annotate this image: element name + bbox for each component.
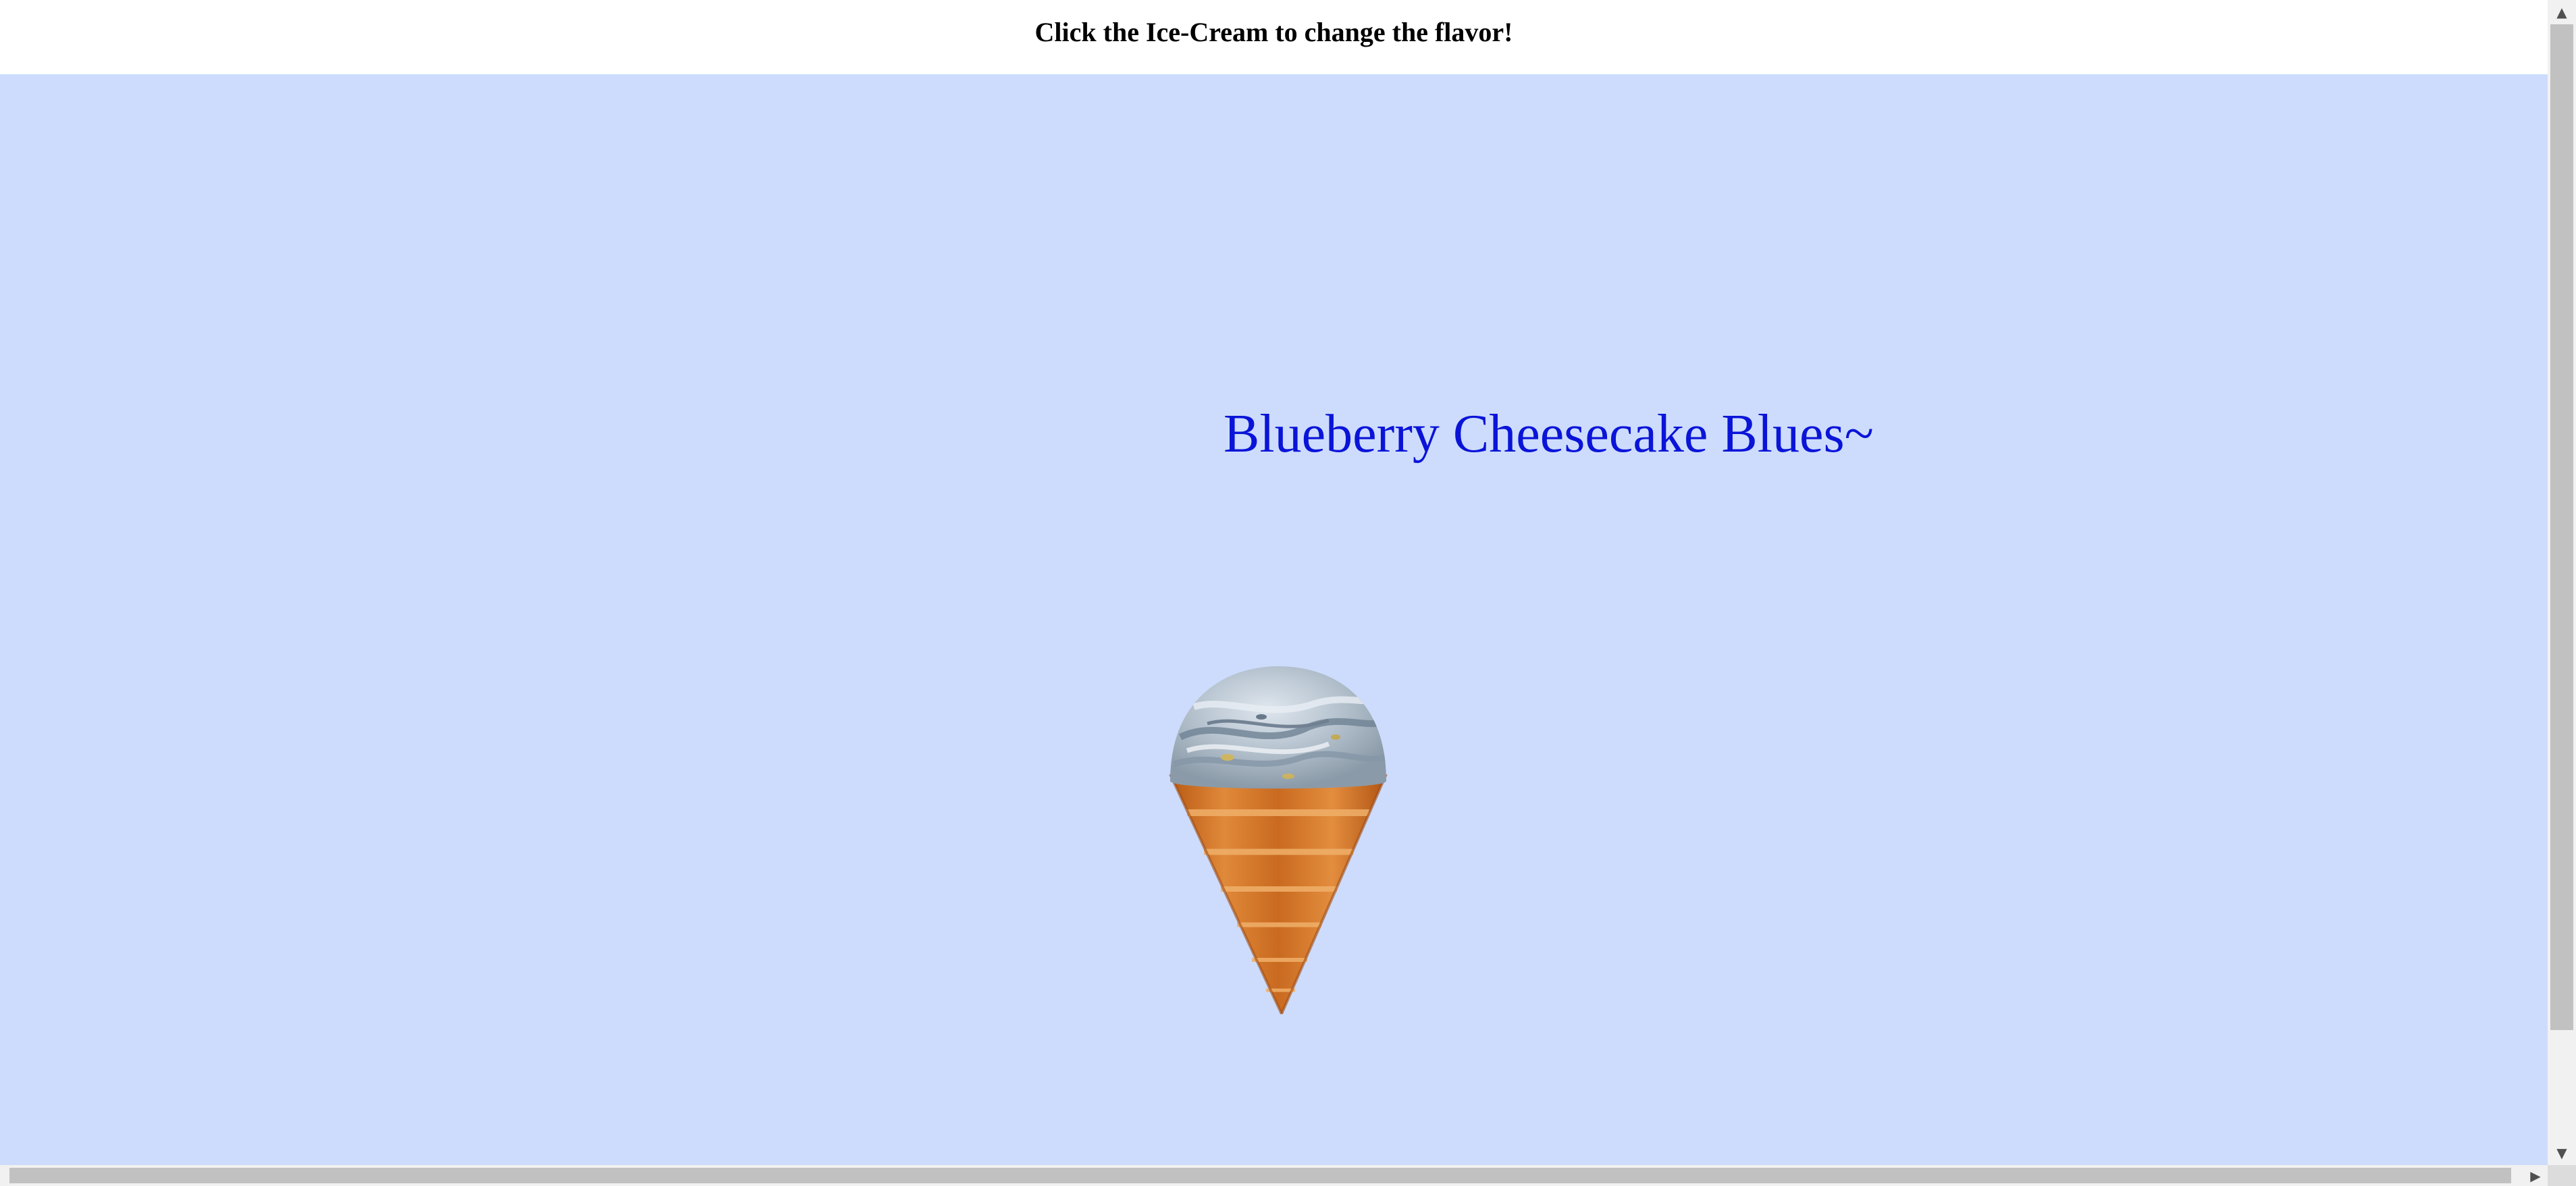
horizontal-scrollbar[interactable]: ▶ [0,1165,2548,1186]
blueberry-scoop-icon [1170,666,1386,789]
scroll-right-arrow-icon[interactable]: ▶ [2523,1165,2548,1186]
scroll-up-arrow-icon[interactable]: ▲ [2548,0,2576,24]
scrollbar-corner [2548,1165,2576,1186]
vertical-scroll-thumb[interactable] [2550,24,2573,1030]
icecream-icon [1169,666,1388,1015]
vertical-scrollbar[interactable]: ▲ ▼ [2548,0,2576,1165]
scroll-down-arrow-icon[interactable]: ▼ [2548,1141,2576,1165]
instruction-heading: Click the Ice-Cream to change the flavor… [1034,16,1513,47]
page: Click the Ice-Cream to change the flavor… [0,0,2576,1186]
horizontal-scroll-thumb[interactable] [9,1168,2511,1183]
flavor-stage: Blueberry Cheesecake Blues~ [0,74,2548,1165]
header-bar: Click the Ice-Cream to change the flavor… [0,0,2548,74]
waffle-cone-icon [1169,774,1388,1015]
icecream-button[interactable] [1167,656,1390,1021]
flavor-name: Blueberry Cheesecake Blues~ [1224,404,1874,464]
